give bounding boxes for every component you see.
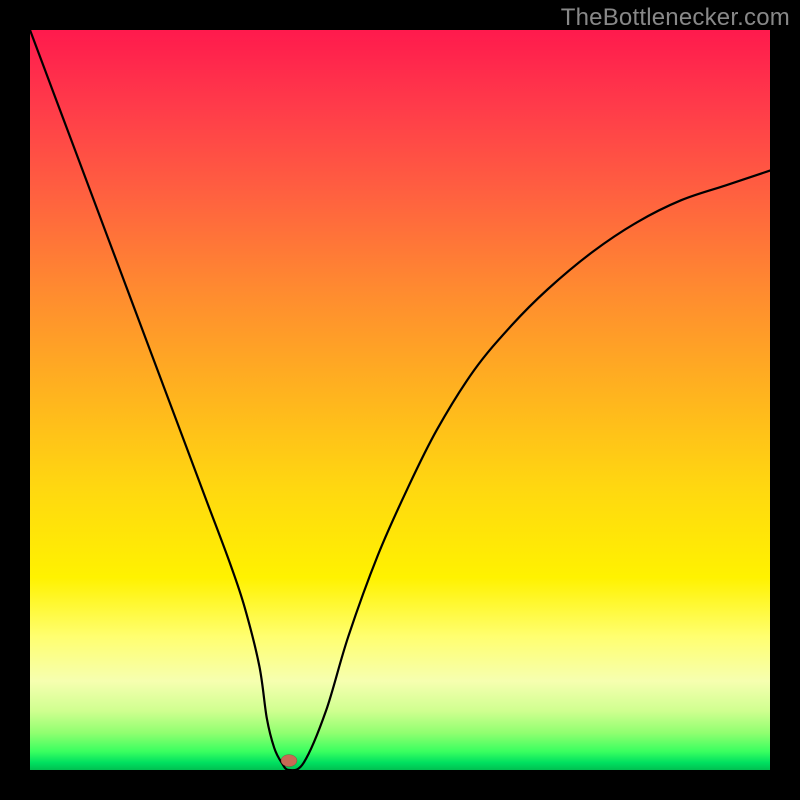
- watermark-text: TheBottlenecker.com: [561, 4, 790, 32]
- plot-area: [30, 30, 770, 770]
- bottleneck-curve: [30, 30, 770, 770]
- optimum-marker: [281, 755, 297, 767]
- chart-frame: TheBottlenecker.com: [0, 0, 800, 800]
- curve-svg: [30, 30, 770, 770]
